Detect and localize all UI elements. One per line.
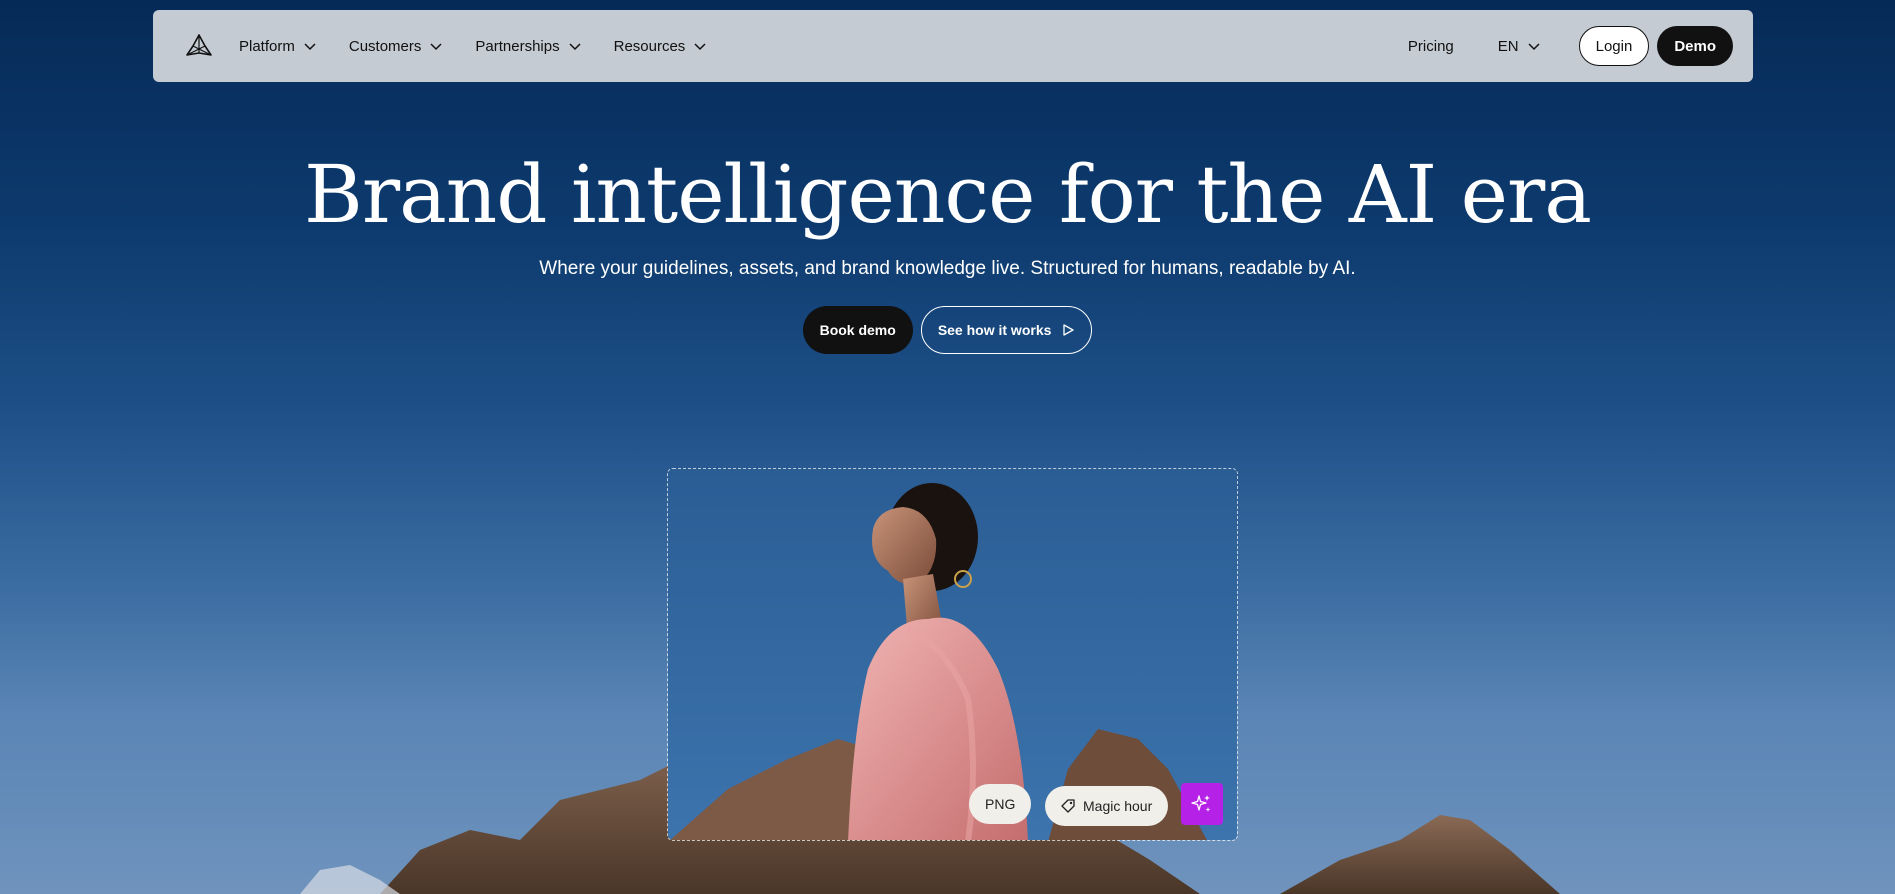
sparkles-icon: [1191, 795, 1211, 812]
nav-partnerships-label: Partnerships: [475, 37, 560, 55]
hero-image-card: [667, 468, 1238, 841]
book-demo-button[interactable]: Book demo: [802, 306, 913, 354]
nav-platform-label: Platform: [239, 37, 295, 55]
chevron-down-icon: [304, 43, 316, 51]
label-tag[interactable]: Magic hour: [1045, 786, 1169, 826]
see-how-it-works-button[interactable]: See how it works: [920, 306, 1093, 354]
play-icon: [1063, 324, 1075, 336]
chevron-down-icon: [430, 43, 442, 51]
tag-icon: [1061, 799, 1075, 813]
top-navbar: Platform Customers Partnerships Resource…: [153, 10, 1753, 82]
nav-platform[interactable]: Platform: [239, 38, 317, 55]
label-tag-text: Magic hour: [1083, 798, 1153, 814]
chevron-down-icon: [569, 43, 581, 51]
language-label: EN: [1497, 37, 1519, 55]
login-button[interactable]: Login: [1578, 26, 1650, 66]
portrait-illustration: [668, 469, 1237, 840]
hero-subtitle: Where your guidelines, assets, and brand…: [539, 258, 1356, 279]
nav-partnerships[interactable]: Partnerships: [475, 38, 581, 55]
logo-icon[interactable]: [183, 30, 215, 62]
nav-customers-label: Customers: [348, 37, 422, 55]
demo-button[interactable]: Demo: [1657, 26, 1733, 66]
nav-pricing-link[interactable]: Pricing: [1408, 38, 1454, 55]
language-selector[interactable]: EN: [1498, 38, 1541, 55]
format-tag[interactable]: PNG: [969, 784, 1032, 824]
nav-customers[interactable]: Customers: [349, 38, 444, 55]
hero-cta-row: Book demo See how it works: [0, 306, 1895, 354]
nav-resources[interactable]: Resources: [614, 38, 708, 55]
chevron-down-icon: [1528, 43, 1540, 51]
chevron-down-icon: [694, 43, 706, 51]
see-how-label: See how it works: [937, 322, 1052, 338]
ai-sparkle-button[interactable]: [1181, 783, 1223, 825]
nav-resources-label: Resources: [613, 37, 686, 55]
hero-title: Brand intelligence for the AI era: [304, 148, 1592, 241]
